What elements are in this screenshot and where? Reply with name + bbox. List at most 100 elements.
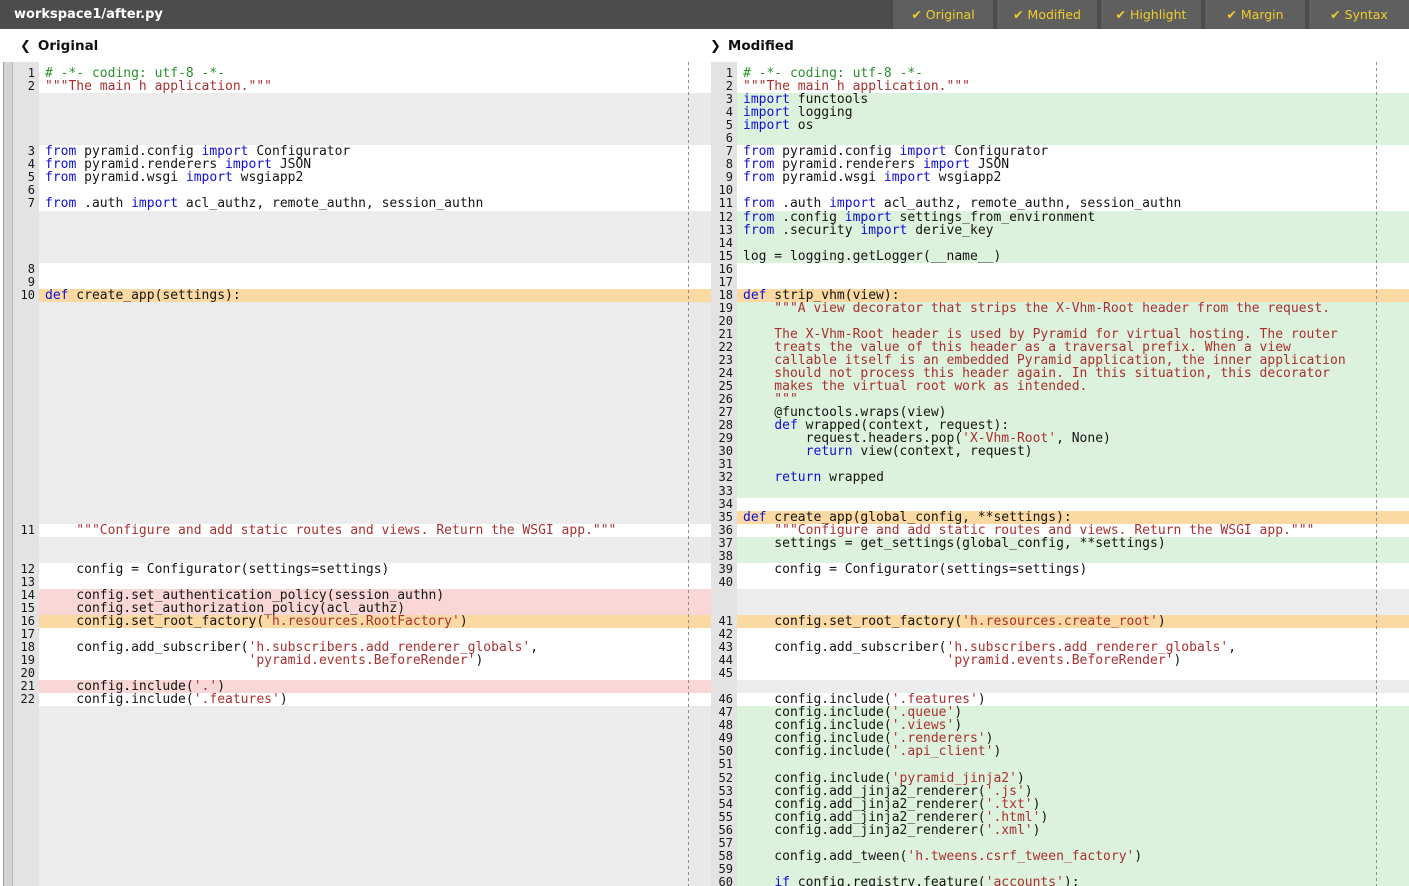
line-number: 3 bbox=[711, 93, 737, 106]
code-line bbox=[39, 237, 691, 250]
code-token: import bbox=[186, 171, 233, 184]
diff-row: 4from pyramid.renderers import JSON bbox=[0, 158, 691, 171]
code-line bbox=[39, 224, 691, 237]
change-marker bbox=[691, 224, 711, 237]
diff-row: 40 bbox=[691, 576, 1409, 589]
change-marker bbox=[691, 93, 711, 106]
line-number: 5 bbox=[13, 171, 39, 184]
code-token: config = Configurator(settings=settings) bbox=[743, 563, 1087, 576]
gutter-strip bbox=[3, 785, 13, 798]
line-number bbox=[13, 706, 39, 719]
code-token: os bbox=[790, 119, 813, 132]
change-marker bbox=[691, 341, 711, 354]
change-marker bbox=[691, 602, 711, 615]
line-number bbox=[13, 315, 39, 328]
code-token: .auth bbox=[774, 197, 829, 210]
line-number: 14 bbox=[711, 237, 737, 250]
toolbar-button-modified[interactable]: ✔ Modified bbox=[997, 0, 1097, 29]
line-number: 32 bbox=[711, 471, 737, 484]
window-title: workspace1/after.py bbox=[0, 0, 893, 29]
change-marker bbox=[691, 615, 711, 628]
line-number bbox=[711, 589, 737, 602]
toolbar-button-original[interactable]: ✔ Original bbox=[893, 0, 993, 29]
code-token: 'h.subscribers.add_renderer_globals' bbox=[947, 641, 1229, 654]
line-number: 40 bbox=[711, 576, 737, 589]
gutter-strip bbox=[3, 498, 13, 511]
gutter-strip bbox=[3, 550, 13, 563]
margin-line-original bbox=[688, 62, 689, 886]
diff-row: 10def create_app(settings): bbox=[0, 289, 691, 302]
code-token: config.set_authentication_policy(session… bbox=[45, 589, 444, 602]
code-token: log = logging.getLogger(__name__) bbox=[743, 250, 1001, 263]
toolbar-button-highlight[interactable]: ✔ Highlight bbox=[1101, 0, 1201, 29]
gutter-strip bbox=[3, 589, 13, 602]
diff-row bbox=[0, 406, 691, 419]
diff-row bbox=[0, 393, 691, 406]
code-token: ) bbox=[986, 732, 994, 745]
code-token: should not process this header again. In… bbox=[743, 367, 1330, 380]
line-number bbox=[13, 380, 39, 393]
change-marker bbox=[691, 745, 711, 758]
code-token: wrapped(context, request): bbox=[798, 419, 1009, 432]
diff-row: 21 config.include('.') bbox=[0, 680, 691, 693]
code-line bbox=[39, 445, 691, 458]
toolbar-button-margin[interactable]: ✔ Margin bbox=[1205, 0, 1305, 29]
change-marker bbox=[691, 811, 711, 824]
diff-row: 8from pyramid.renderers import JSON bbox=[691, 158, 1409, 171]
code-token: config.include( bbox=[743, 719, 892, 732]
change-marker bbox=[691, 315, 711, 328]
line-number bbox=[13, 458, 39, 471]
line-number: 38 bbox=[711, 550, 737, 563]
toolbar-button-syntax[interactable]: ✔ Syntax bbox=[1309, 0, 1409, 29]
code-line bbox=[39, 93, 691, 106]
code-token: config.set_root_factory( bbox=[743, 615, 962, 628]
code-token: ) bbox=[954, 719, 962, 732]
line-number: 56 bbox=[711, 824, 737, 837]
change-marker bbox=[691, 471, 711, 484]
code-token: config.set_root_factory( bbox=[45, 615, 264, 628]
modified-pane[interactable]: 1# -*- coding: utf-8 -*-2"""The main h a… bbox=[691, 62, 1409, 886]
line-number bbox=[13, 511, 39, 524]
change-marker bbox=[691, 263, 711, 276]
code-token: config.add_subscriber( bbox=[45, 641, 249, 654]
code-line bbox=[737, 589, 1409, 602]
pane-header-modified: ❯Modified bbox=[710, 29, 794, 62]
code-line bbox=[39, 184, 691, 197]
gutter-strip bbox=[3, 863, 13, 876]
diff-row: 58 config.add_tween('h.tweens.csrf_tween… bbox=[691, 850, 1409, 863]
change-marker bbox=[691, 237, 711, 250]
gutter-strip bbox=[3, 772, 13, 785]
code-token: ) bbox=[978, 693, 986, 706]
diff-row: 50 config.include('.api_client') bbox=[691, 745, 1409, 758]
gutter-strip bbox=[3, 576, 13, 589]
code-token: wrapped bbox=[821, 471, 884, 484]
line-number: 1 bbox=[13, 67, 39, 80]
code-line: config.include('.features') bbox=[737, 693, 1409, 706]
code-token: from bbox=[743, 197, 774, 210]
line-number: 4 bbox=[13, 158, 39, 171]
code-line bbox=[39, 511, 691, 524]
diff-row: 14 bbox=[691, 237, 1409, 250]
diff-row: 7from pyramid.config import Configurator bbox=[691, 145, 1409, 158]
change-marker bbox=[691, 511, 711, 524]
diff-row bbox=[0, 732, 691, 745]
gutter-strip bbox=[3, 119, 13, 132]
code-line: from pyramid.config import Configurator bbox=[39, 145, 691, 158]
code-token: logging bbox=[790, 106, 853, 119]
code-token: '.renderers' bbox=[892, 732, 986, 745]
gutter-strip bbox=[3, 367, 13, 380]
code-line: def create_app(global_config, **settings… bbox=[737, 511, 1409, 524]
code-line: config.set_authorization_policy(acl_auth… bbox=[39, 602, 691, 615]
change-marker bbox=[691, 432, 711, 445]
gutter-strip bbox=[3, 654, 13, 667]
original-pane[interactable]: 1# -*- coding: utf-8 -*-2"""The main h a… bbox=[0, 62, 691, 886]
code-line: makes the virtual root work as intended. bbox=[737, 380, 1409, 393]
code-line: """The main h application.""" bbox=[39, 80, 691, 93]
line-number: 13 bbox=[13, 576, 39, 589]
margin-line-modified bbox=[1376, 62, 1377, 886]
gutter-strip bbox=[3, 419, 13, 432]
line-number: 17 bbox=[711, 276, 737, 289]
code-token: , None) bbox=[1056, 432, 1111, 445]
code-line: if config.registry.feature('accounts'): bbox=[737, 876, 1409, 886]
diff-row: 41 config.set_root_factory('h.resources.… bbox=[691, 615, 1409, 628]
